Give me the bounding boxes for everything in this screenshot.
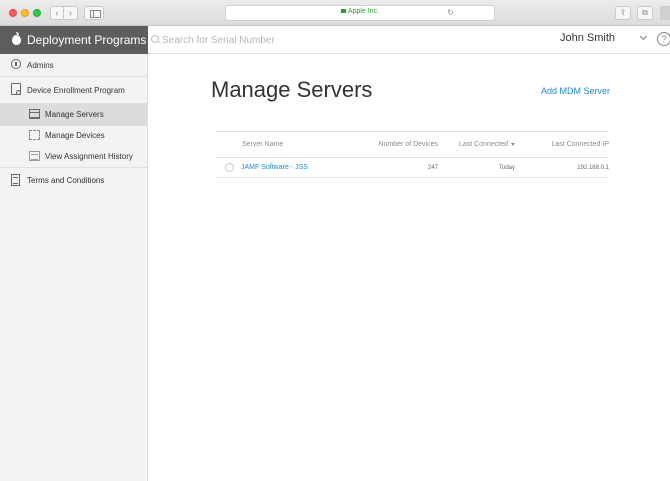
sort-descending-icon <box>511 142 515 146</box>
servers-icon <box>29 109 40 119</box>
server-status-icon <box>225 163 234 172</box>
sidebar-item-label: Admins <box>27 61 54 70</box>
device-count-cell: 247 <box>360 157 438 178</box>
brand-bar: Deployment Programs <box>0 26 148 54</box>
minimize-window-icon[interactable] <box>21 9 29 17</box>
user-menu[interactable]: John Smith <box>560 32 655 48</box>
sidebar-item-terms[interactable]: Terms and Conditions <box>0 169 147 192</box>
search-icon <box>151 35 159 43</box>
brand-title: Deployment Programs <box>27 33 147 47</box>
document-icon <box>11 174 20 186</box>
help-icon[interactable]: ? <box>657 32 670 46</box>
sidebar-item-label: Manage Devices <box>45 131 105 140</box>
devices-icon <box>29 130 40 140</box>
app-header: Deployment Programs John Smith ? <box>0 26 670 54</box>
tabs-icon[interactable]: ⧉ <box>637 6 653 20</box>
history-icon <box>29 151 40 161</box>
sidebar-item-assignment-history[interactable]: View Assignment History <box>0 145 147 168</box>
sidebar-toggle-icon[interactable] <box>84 6 104 20</box>
page-title: Manage Servers <box>211 77 373 102</box>
sidebar-item-device-enrollment[interactable]: Device Enrollment Program <box>0 78 147 101</box>
admin-icon <box>11 59 21 69</box>
sidebar-item-label: View Assignment History <box>45 152 133 161</box>
back-button[interactable]: ‹ <box>50 6 64 20</box>
server-link[interactable]: JAMF Software - JSS <box>241 164 308 171</box>
column-header-devices[interactable]: Number of Devices <box>360 131 438 158</box>
column-header-ip[interactable]: Last Connected IP <box>515 131 609 158</box>
sidebar-item-label: Manage Servers <box>45 110 104 119</box>
share-icon[interactable]: ⇪ <box>615 6 631 20</box>
apple-logo-icon <box>12 32 21 45</box>
sidebar: Admins Device Enrollment Program Manage … <box>0 54 148 481</box>
browser-toolbar: ‹ › Apple Inc. ↻ ⇪ ⧉ <box>0 0 670 26</box>
servers-table: Server Name Number of Devices Last Conne… <box>216 131 609 178</box>
sidebar-item-manage-servers[interactable]: Manage Servers <box>0 103 147 126</box>
server-name-cell: JAMF Software - JSS <box>216 157 360 178</box>
table-row[interactable]: JAMF Software - JSS 247 Today 192.168.0.… <box>216 157 609 178</box>
address-bar[interactable]: Apple Inc. ↻ <box>225 5 495 21</box>
sidebar-item-manage-devices[interactable]: Manage Devices <box>0 124 147 147</box>
last-connected-cell: Today <box>438 157 515 178</box>
sidebar-item-admins[interactable]: Admins <box>0 54 147 77</box>
table-header-row: Server Name Number of Devices Last Conne… <box>216 131 609 158</box>
sidebar-item-label: Device Enrollment Program <box>27 86 125 95</box>
device-icon <box>11 83 21 95</box>
zoom-window-icon[interactable] <box>33 9 41 17</box>
column-header-last-connected[interactable]: Last Connected <box>438 131 515 158</box>
url-text: Apple Inc. <box>347 8 380 15</box>
add-mdm-server-link[interactable]: Add MDM Server <box>541 86 610 96</box>
column-header-server-name[interactable]: Server Name <box>216 131 360 158</box>
user-name: John Smith <box>560 32 616 44</box>
lock-icon <box>340 9 346 13</box>
ip-cell: 192.168.0.1 <box>515 157 609 178</box>
forward-button[interactable]: › <box>64 6 78 20</box>
chevron-down-icon <box>639 32 648 41</box>
serial-search-input[interactable] <box>162 32 462 48</box>
sidebar-item-label: Terms and Conditions <box>27 176 105 185</box>
reload-icon[interactable]: ↻ <box>447 8 454 17</box>
new-tab-icon[interactable] <box>660 6 670 20</box>
close-window-icon[interactable] <box>9 9 17 17</box>
